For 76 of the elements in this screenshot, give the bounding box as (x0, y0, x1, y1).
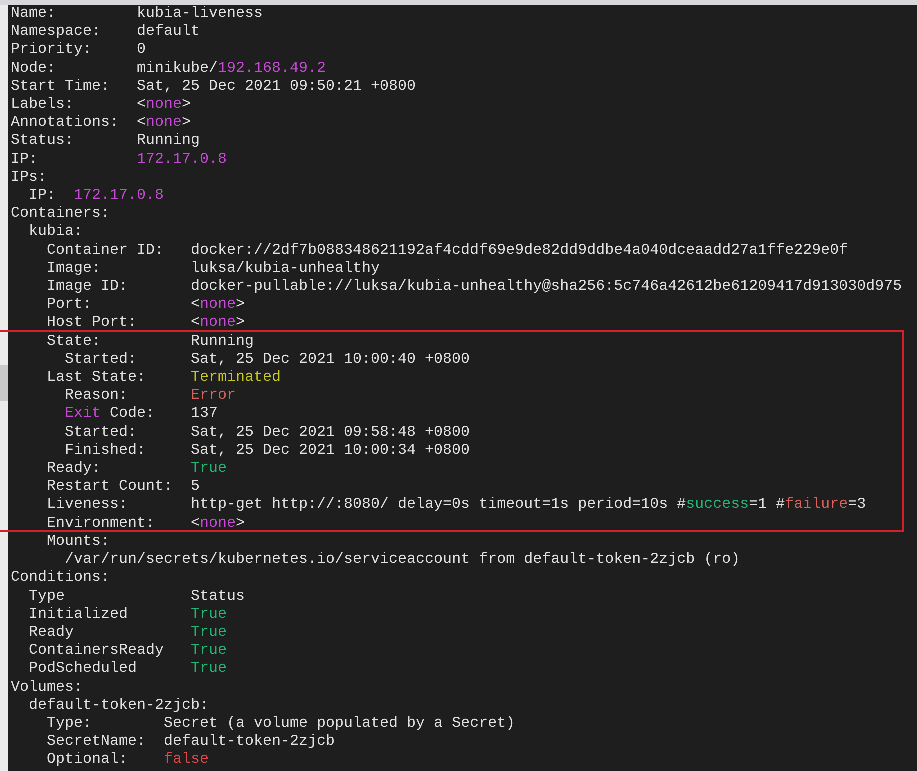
table-cell: True (191, 606, 228, 624)
field-label: Name: (11, 5, 58, 24)
section-label: Mounts: (47, 532, 110, 550)
field-label: Image: (47, 260, 102, 278)
field-label: SecretName: (47, 733, 148, 752)
field-value: 137 (191, 405, 218, 424)
field-label: Type: (47, 714, 94, 734)
field-value: luksa/kubia-unhealthy (191, 260, 380, 278)
table-cell: True (191, 642, 228, 660)
field-value: 172.17.0.8 (137, 150, 228, 169)
field-label: Status: (11, 132, 76, 151)
column-header: Status (191, 588, 246, 606)
field-label: Port: (47, 296, 94, 314)
field-value: Error (191, 387, 236, 406)
field-value: <none> (191, 514, 246, 533)
table-cell: True (191, 624, 228, 642)
field-value: True (191, 460, 228, 478)
field-value: <none> (191, 314, 246, 333)
field-label: Ready: (47, 460, 102, 478)
field-label: Annotations: (11, 114, 120, 132)
field-value: Running (191, 332, 254, 351)
table-cell: True (191, 660, 228, 679)
field-label: Labels: (11, 96, 76, 114)
field-label: Start Time: (11, 78, 112, 96)
field-label: Namespace: (11, 23, 102, 42)
field-label: Exit Code: (65, 405, 156, 424)
field-label: Environment: (47, 514, 156, 533)
field-label: State: (47, 332, 102, 351)
field-label: Started: (65, 350, 138, 370)
field-value: <none> (191, 296, 246, 314)
field-value: false (164, 751, 210, 770)
field-label: Reason: (65, 387, 130, 406)
section-label: IPs: (11, 168, 48, 186)
field-value: default-token-2zjcb (164, 733, 336, 752)
table-cell-text: ContainersReady (29, 642, 166, 660)
field-value: Sat, 25 Dec 2021 10:00:40 +0800 (191, 350, 470, 370)
field-value: 0 (137, 41, 146, 60)
section-label: Volumes: (11, 678, 84, 696)
field-value: default (137, 23, 200, 42)
field-value: 172.17.0.8 (74, 187, 164, 206)
section-label: kubia: (29, 223, 84, 240)
field-label: Node: (11, 60, 58, 78)
field-label: Finished: (65, 442, 148, 460)
table-cell-text: Initialized (29, 606, 130, 624)
field-label: Priority: (11, 41, 94, 60)
section-label: Containers: (11, 205, 110, 222)
output-line: /var/run/secrets/kubernetes.io/serviceaccount from default-token-2zjcb (ro) (65, 551, 740, 568)
field-value: Secret (a volume populated by a Secret) (164, 714, 516, 734)
field-label: Started: (65, 424, 138, 442)
field-value: kubia-liveness (137, 5, 264, 24)
column-header: Type (29, 588, 66, 606)
field-value: Terminated (191, 369, 282, 388)
field-label: Restart Count: (47, 478, 174, 496)
field-label: IP: (29, 187, 58, 206)
field-value: docker-pullable://luksa/kubia-unhealthy@sha256:5c746a42612be61209417d913030d975 (191, 278, 902, 296)
field-value: Sat, 25 Dec 2021 09:50:21 +0800 (137, 78, 416, 96)
field-label: Liveness: (47, 496, 130, 515)
field-value: <none> (137, 96, 192, 114)
field-label: Image ID: (47, 278, 130, 296)
field-value: minikube/192.168.49.2 (137, 60, 326, 78)
field-label: Optional: (47, 751, 130, 770)
field-label: Host Port: (47, 314, 138, 333)
field-value: docker://2df7b088348621192af4cddf69e9de82dd9ddbe4a040dceaadd27a1ffe229e0f (191, 242, 848, 260)
field-label: IP: (11, 150, 40, 169)
field-value: http-get http://:8080/ delay=0s timeout=1s period=10s #success=1 #failure=3 (191, 496, 866, 515)
section-label: default-token-2zjcb: (29, 696, 210, 714)
section-label: Conditions: (11, 569, 110, 586)
field-value: 5 (191, 478, 200, 496)
field-label: Container ID: (47, 242, 166, 260)
field-value: <none> (137, 114, 192, 132)
field-value: Sat, 25 Dec 2021 09:58:48 +0800 (191, 424, 470, 442)
table-cell-text: Ready (29, 624, 76, 642)
field-label: Last State: (47, 369, 148, 388)
field-value: Running (137, 132, 200, 151)
field-value: Sat, 25 Dec 2021 10:00:34 +0800 (191, 442, 470, 460)
table-cell-text: PodScheduled (29, 660, 138, 679)
